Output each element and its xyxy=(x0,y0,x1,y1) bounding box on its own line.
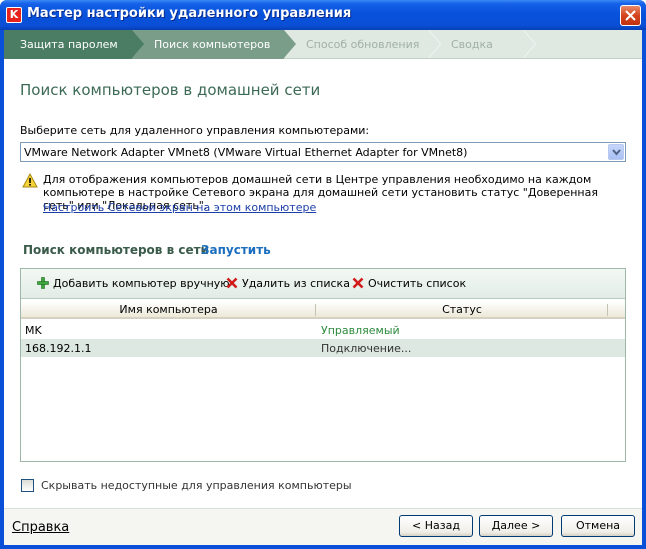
delete-x-icon xyxy=(226,277,238,289)
column-header-computer-name[interactable]: Имя компьютера xyxy=(21,303,316,316)
firewall-settings-link[interactable]: Настроить Сетевой экран на этом компьюте… xyxy=(43,201,316,214)
start-search-link[interactable]: Запустить xyxy=(201,243,271,257)
column-separator[interactable] xyxy=(607,304,608,316)
step-computer-search: Поиск компьютеров xyxy=(132,30,284,59)
clear-list-button[interactable]: Очистить список xyxy=(352,277,466,290)
computers-toolbar: Добавить компьютер вручную Удалить из сп… xyxy=(21,269,625,299)
cancel-button[interactable]: Отмена xyxy=(561,515,635,537)
search-section-label: Поиск компьютеров в сети xyxy=(23,243,209,257)
wizard-window: K Мастер настройки удаленного управления… xyxy=(0,0,646,549)
title-bar[interactable]: K Мастер настройки удаленного управления xyxy=(0,0,646,30)
window-title: Мастер настройки удаленного управления xyxy=(27,6,352,21)
computer-name-cell: MK xyxy=(25,324,42,337)
step-arrow xyxy=(523,30,535,58)
table-row[interactable]: MK Управляемый xyxy=(21,321,625,339)
back-button[interactable]: < Назад xyxy=(399,515,473,537)
chevron-down-icon xyxy=(612,149,621,156)
status-cell: Управляемый xyxy=(321,324,400,337)
network-select[interactable]: VMware Network Adapter VMnet8 (VMware Vi… xyxy=(20,142,626,162)
add-computer-label: Добавить компьютер вручную xyxy=(53,277,230,290)
column-separator[interactable] xyxy=(315,304,316,316)
page-title: Поиск компьютеров в домашней сети xyxy=(20,81,321,99)
kaspersky-app-icon: K xyxy=(6,7,22,23)
step-arrow xyxy=(132,30,144,58)
plus-icon xyxy=(37,277,49,289)
status-cell: Подключение... xyxy=(321,342,412,355)
network-select-label: Выберите сеть для удаленного управления … xyxy=(20,124,370,137)
wizard-steps: Защита паролем Поиск компьютеров Способ … xyxy=(4,30,642,59)
step-password-protection: Защита паролем xyxy=(4,30,132,59)
hide-unavailable-checkbox[interactable] xyxy=(21,479,34,492)
remove-from-list-label: Удалить из списка xyxy=(242,277,350,290)
step-arrow xyxy=(284,30,296,58)
computers-panel: Добавить компьютер вручную Удалить из сп… xyxy=(20,268,626,462)
step-arrow xyxy=(428,30,440,58)
next-button[interactable]: Далее > xyxy=(479,515,553,537)
remove-from-list-button[interactable]: Удалить из списка xyxy=(226,277,350,290)
table-header: Имя компьютера Статус xyxy=(21,301,625,319)
table-row[interactable]: 168.192.1.1 Подключение... xyxy=(21,339,625,357)
add-computer-button[interactable]: Добавить компьютер вручную xyxy=(37,277,230,290)
clear-x-icon xyxy=(352,277,364,289)
network-select-value: VMware Network Adapter VMnet8 (VMware Vi… xyxy=(24,146,468,159)
hide-unavailable-label[interactable]: Скрывать недоступные для управления комп… xyxy=(41,479,352,492)
dropdown-button[interactable] xyxy=(608,144,624,160)
column-header-status[interactable]: Статус xyxy=(317,303,607,316)
clear-list-label: Очистить список xyxy=(368,277,467,290)
computer-name-cell: 168.192.1.1 xyxy=(25,342,92,355)
step-summary: Сводка xyxy=(451,38,493,51)
step-update-method: Способ обновления xyxy=(306,38,420,51)
wizard-client-area: Защита паролем Поиск компьютеров Способ … xyxy=(4,30,642,545)
close-icon xyxy=(625,10,636,21)
warning-icon xyxy=(22,173,38,188)
close-button[interactable] xyxy=(620,5,641,26)
help-link[interactable]: Справка xyxy=(12,520,69,535)
